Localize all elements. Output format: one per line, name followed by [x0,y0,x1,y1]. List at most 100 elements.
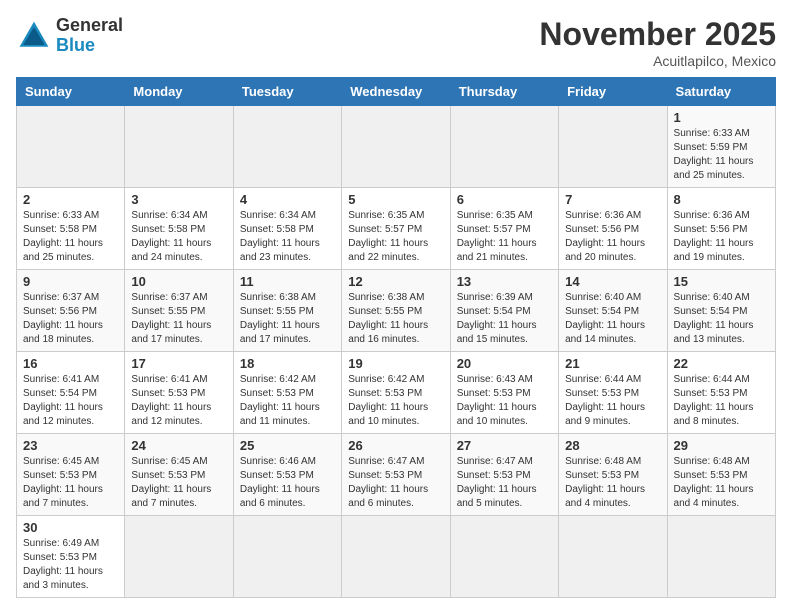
calendar-cell: 19 Sunrise: 6:42 AMSunset: 5:53 PMDayligh… [342,352,450,434]
day-info: Sunrise: 6:43 AMSunset: 5:53 PMDaylight:… [457,373,552,429]
day-info: Sunrise: 6:48 AMSunset: 5:53 PMDaylight:… [674,455,769,511]
day-info: Sunrise: 6:48 AMSunset: 5:53 PMDaylight:… [565,455,660,511]
calendar-cell: 20 Sunrise: 6:43 AMSunset: 5:53 PMDayligh… [450,352,558,434]
day-number: 5 [348,192,443,207]
day-info: Sunrise: 6:41 AMSunset: 5:53 PMDaylight:… [131,373,226,429]
location: Acuitlapilco, Mexico [539,53,776,69]
day-number: 7 [565,192,660,207]
calendar-week-5: 30Sunrise: 6:49 AMSunset: 5:53 PMDayligh… [17,516,776,598]
calendar-cell: 29 Sunrise: 6:48 AMSunset: 5:53 PMDayligh… [667,434,775,516]
calendar-cell [233,106,341,188]
day-number: 19 [348,356,443,371]
day-info: Sunrise: 6:35 AMSunset: 5:57 PMDaylight:… [457,209,552,265]
day-number: 2 [23,192,118,207]
day-info: Sunrise: 6:37 AMSunset: 5:55 PMDaylight:… [131,291,226,347]
header-tuesday: Tuesday [233,78,341,106]
calendar-cell: 14Sunrise: 6:40 AMSunset: 5:54 PMDayligh… [559,270,667,352]
calendar-cell: 28 Sunrise: 6:48 AMSunset: 5:53 PMDayligh… [559,434,667,516]
header-thursday: Thursday [450,78,558,106]
calendar-cell: 2 Sunrise: 6:33 AMSunset: 5:58 PMDaylight… [17,188,125,270]
calendar-cell: 8Sunrise: 6:36 AMSunset: 5:56 PMDaylight… [667,188,775,270]
day-info: Sunrise: 6:42 AMSunset: 5:53 PMDaylight:… [240,373,335,429]
day-info: Sunrise: 6:33 AMSunset: 5:59 PMDaylight:… [674,127,769,183]
day-info: Sunrise: 6:40 AMSunset: 5:54 PMDaylight:… [674,291,769,347]
day-number: 8 [674,192,769,207]
calendar-cell: 4 Sunrise: 6:34 AMSunset: 5:58 PMDaylight… [233,188,341,270]
calendar-cell: 23Sunrise: 6:45 AMSunset: 5:53 PMDayligh… [17,434,125,516]
day-info: Sunrise: 6:34 AMSunset: 5:58 PMDaylight:… [240,209,335,265]
day-info: Sunrise: 6:35 AMSunset: 5:57 PMDaylight:… [348,209,443,265]
calendar-cell: 30Sunrise: 6:49 AMSunset: 5:53 PMDayligh… [17,516,125,598]
calendar-cell: 22Sunrise: 6:44 AMSunset: 5:53 PMDayligh… [667,352,775,434]
calendar-cell: 3Sunrise: 6:34 AMSunset: 5:58 PMDaylight… [125,188,233,270]
month-year: November 2025 [539,16,776,53]
calendar-cell: 24 Sunrise: 6:45 AMSunset: 5:53 PMDayligh… [125,434,233,516]
calendar-week-1: 2 Sunrise: 6:33 AMSunset: 5:58 PMDaylight… [17,188,776,270]
calendar-week-2: 9Sunrise: 6:37 AMSunset: 5:56 PMDaylight… [17,270,776,352]
day-number: 20 [457,356,552,371]
day-number: 29 [674,438,769,453]
calendar-cell: 13Sunrise: 6:39 AMSunset: 5:54 PMDayligh… [450,270,558,352]
day-number: 24 [131,438,226,453]
day-info: Sunrise: 6:42 AMSunset: 5:53 PMDaylight:… [348,373,443,429]
day-number: 17 [131,356,226,371]
day-number: 21 [565,356,660,371]
calendar-cell: 6 Sunrise: 6:35 AMSunset: 5:57 PMDaylight… [450,188,558,270]
calendar-week-3: 16 Sunrise: 6:41 AMSunset: 5:54 PMDayligh… [17,352,776,434]
page-header: GeneralBlue November 2025 Acuitlapilco, … [16,16,776,69]
header-wednesday: Wednesday [342,78,450,106]
title-block: November 2025 Acuitlapilco, Mexico [539,16,776,69]
calendar-cell: 1Sunrise: 6:33 AMSunset: 5:59 PMDaylight… [667,106,775,188]
calendar-cell: 12 Sunrise: 6:38 AMSunset: 5:55 PMDayligh… [342,270,450,352]
day-info: Sunrise: 6:44 AMSunset: 5:53 PMDaylight:… [565,373,660,429]
calendar-cell [233,516,341,598]
day-number: 30 [23,520,118,535]
day-number: 6 [457,192,552,207]
logo-icon [16,18,52,54]
day-info: Sunrise: 6:45 AMSunset: 5:53 PMDaylight:… [131,455,226,511]
day-info: Sunrise: 6:47 AMSunset: 5:53 PMDaylight:… [457,455,552,511]
day-number: 9 [23,274,118,289]
calendar-week-0: 1Sunrise: 6:33 AMSunset: 5:59 PMDaylight… [17,106,776,188]
day-info: Sunrise: 6:38 AMSunset: 5:55 PMDaylight:… [348,291,443,347]
header-monday: Monday [125,78,233,106]
day-info: Sunrise: 6:39 AMSunset: 5:54 PMDaylight:… [457,291,552,347]
calendar-cell: 17 Sunrise: 6:41 AMSunset: 5:53 PMDayligh… [125,352,233,434]
day-info: Sunrise: 6:47 AMSunset: 5:53 PMDaylight:… [348,455,443,511]
day-number: 11 [240,274,335,289]
calendar-cell: 25Sunrise: 6:46 AMSunset: 5:53 PMDayligh… [233,434,341,516]
day-number: 27 [457,438,552,453]
day-info: Sunrise: 6:33 AMSunset: 5:58 PMDaylight:… [23,209,118,265]
calendar-cell [450,106,558,188]
calendar-cell: 7Sunrise: 6:36 AMSunset: 5:56 PMDaylight… [559,188,667,270]
calendar-cell: 5 Sunrise: 6:35 AMSunset: 5:57 PMDaylight… [342,188,450,270]
day-info: Sunrise: 6:38 AMSunset: 5:55 PMDaylight:… [240,291,335,347]
day-number: 15 [674,274,769,289]
day-number: 18 [240,356,335,371]
calendar-week-4: 23 Sunrise: 6:45 AMSunset: 5:53 PMDayligh… [17,434,776,516]
calendar-cell: 18 Sunrise: 6:42 AMSunset: 5:53 PMDayligh… [233,352,341,434]
logo-text: GeneralBlue [56,16,123,56]
calendar-cell [559,106,667,188]
day-number: 12 [348,274,443,289]
calendar-cell [667,516,775,598]
calendar-cell: 16 Sunrise: 6:41 AMSunset: 5:54 PMDayligh… [17,352,125,434]
calendar-cell [342,106,450,188]
header-friday: Friday [559,78,667,106]
calendar-cell: 10Sunrise: 6:37 AMSunset: 5:55 PMDayligh… [125,270,233,352]
day-number: 23 [23,438,118,453]
day-number: 4 [240,192,335,207]
logo: GeneralBlue [16,16,123,56]
day-number: 3 [131,192,226,207]
calendar-cell [450,516,558,598]
calendar-cell: 9Sunrise: 6:37 AMSunset: 5:56 PMDaylight… [17,270,125,352]
day-info: Sunrise: 6:41 AMSunset: 5:54 PMDaylight:… [23,373,118,429]
calendar-cell [559,516,667,598]
calendar-cell: 27 Sunrise: 6:47 AMSunset: 5:53 PMDayligh… [450,434,558,516]
header-saturday: Saturday [667,78,775,106]
day-number: 28 [565,438,660,453]
day-number: 22 [674,356,769,371]
calendar-cell: 26Sunrise: 6:47 AMSunset: 5:53 PMDayligh… [342,434,450,516]
day-info: Sunrise: 6:40 AMSunset: 5:54 PMDaylight:… [565,291,660,347]
day-number: 16 [23,356,118,371]
